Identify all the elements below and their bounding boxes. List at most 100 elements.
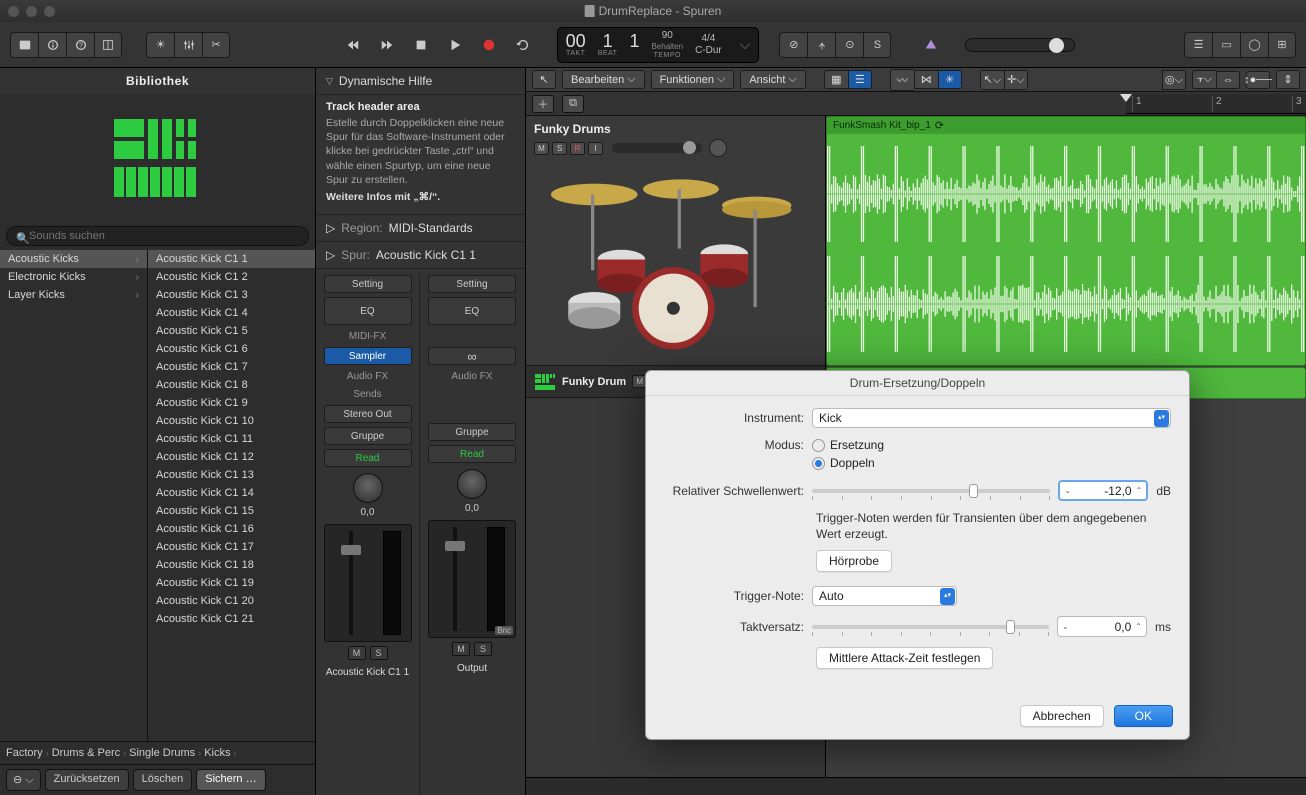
pan-knob[interactable] (353, 473, 383, 503)
audio-region-1[interactable]: FunkSmash Kit_bip_1⟳ (826, 116, 1306, 366)
group-slot[interactable]: Gruppe (428, 423, 516, 441)
library-category-list[interactable]: Acoustic Kicks›Electronic Kicks›Layer Ki… (0, 250, 148, 741)
drag-mode[interactable]: ⫟⌵ (1192, 70, 1216, 89)
library-settings-button[interactable]: ⊖ ⌵ (6, 769, 41, 791)
library-item[interactable]: Acoustic Kick C1 18 (148, 556, 315, 574)
eq-slot[interactable]: EQ (428, 297, 516, 325)
master-volume-slider[interactable] (965, 38, 1075, 52)
countin-button[interactable]: ⊙ (835, 32, 863, 58)
lcd-division[interactable]: 1 (629, 32, 639, 50)
dynamic-help-header[interactable]: ▽Dynamische Hilfe (326, 74, 515, 88)
cancel-button[interactable]: Abbrechen (1020, 705, 1104, 727)
add-track-button[interactable]: ＋ (532, 95, 554, 113)
lcd-beat[interactable]: 1 (603, 32, 613, 50)
library-item[interactable]: Acoustic Kick C1 21 (148, 610, 315, 628)
fader[interactable]: Bnc (428, 520, 516, 638)
library-item[interactable]: Acoustic Kick C1 6 (148, 340, 315, 358)
breadcrumb-item[interactable]: Factory (6, 747, 43, 759)
library-item[interactable]: Acoustic Kick C1 10 (148, 412, 315, 430)
eq-slot[interactable]: EQ (324, 297, 412, 325)
stop-button[interactable] (407, 32, 435, 58)
library-reset-button[interactable]: Zurücksetzen (45, 769, 129, 791)
mode-replace-radio[interactable]: Ersetzung (812, 438, 884, 452)
library-item[interactable]: Acoustic Kick C1 8 (148, 376, 315, 394)
zoom-window-button[interactable] (44, 6, 55, 17)
pan-knob[interactable] (457, 469, 487, 499)
library-toggle-button[interactable] (10, 32, 38, 58)
edit-menu[interactable]: Bearbeiten ⌵ (562, 70, 645, 89)
set-attack-button[interactable]: Mittlere Attack-Zeit festlegen (816, 647, 993, 669)
input-monitor-button[interactable]: I (588, 142, 603, 155)
offset-slider[interactable] (812, 625, 1049, 629)
loops-button[interactable]: ◯ (1240, 32, 1268, 58)
track-pan-knob[interactable] (709, 139, 727, 157)
solo-button[interactable]: S (474, 642, 492, 656)
forward-button[interactable] (373, 32, 401, 58)
play-button[interactable] (441, 32, 469, 58)
library-item[interactable]: Acoustic Kick C1 4 (148, 304, 315, 322)
setting-slot[interactable]: Setting (428, 275, 516, 293)
automation-mode[interactable]: Read (324, 449, 412, 467)
library-item[interactable]: Acoustic Kick C1 12 (148, 448, 315, 466)
threshold-slider[interactable] (812, 489, 1050, 493)
mute-button[interactable]: M (534, 142, 549, 155)
lcd-bars[interactable]: 00 (566, 32, 586, 50)
timeline-ruler[interactable]: 123456 (1126, 94, 1306, 114)
library-delete-button[interactable]: Löschen (133, 769, 193, 791)
mute-button[interactable]: M (348, 646, 366, 660)
mute-button[interactable]: M (452, 642, 470, 656)
list-view-button[interactable]: ☰ (848, 70, 872, 89)
duplicate-track-button[interactable]: ⧉ (562, 95, 584, 113)
solo-button[interactable]: S (552, 142, 567, 155)
display-mode-button[interactable]: ☀ (146, 32, 174, 58)
close-window-button[interactable] (8, 6, 19, 17)
ok-button[interactable]: OK (1114, 705, 1173, 727)
library-item[interactable]: Acoustic Kick C1 20 (148, 592, 315, 610)
trigger-note-select[interactable]: Auto▴▾ (812, 586, 957, 606)
breadcrumb-item[interactable]: Kicks (204, 747, 230, 759)
stereo-link-slot[interactable] (428, 347, 516, 365)
mode-double-radio[interactable]: Doppeln (812, 456, 884, 470)
notes-button[interactable]: ▭ (1212, 32, 1240, 58)
vzoom-slider[interactable]: ↕●── (1246, 71, 1270, 89)
hierarchy-button[interactable]: ↖ (532, 70, 556, 89)
track-disclosure[interactable]: ▷Spur:Acoustic Kick C1 1 (316, 242, 525, 269)
list-editors-button[interactable]: ☰ (1184, 32, 1212, 58)
library-item[interactable]: Acoustic Kick C1 7 (148, 358, 315, 376)
library-search-input[interactable] (6, 226, 309, 246)
library-save-button[interactable]: Sichern … (196, 769, 265, 791)
library-item[interactable]: Acoustic Kick C1 13 (148, 466, 315, 484)
scissors-tool-button[interactable]: ✂ (202, 32, 230, 58)
mixer-toggle-button[interactable] (174, 32, 202, 58)
library-item[interactable]: Acoustic Kick C1 9 (148, 394, 315, 412)
library-item[interactable]: Acoustic Kick C1 17 (148, 538, 315, 556)
library-item[interactable]: Acoustic Kick C1 11 (148, 430, 315, 448)
lcd-display[interactable]: 00Takt 1Beat 1 90BehaltenTempo 4/4C-Dur … (557, 27, 760, 63)
grid-view-button[interactable]: ▦ (824, 70, 848, 89)
playhead-icon[interactable] (1120, 94, 1132, 102)
track-volume-slider[interactable] (612, 143, 702, 153)
zoom-bar[interactable] (526, 777, 1306, 795)
lcd-key[interactable]: C-Dur (695, 45, 722, 56)
output-slot[interactable]: Stereo Out (324, 405, 412, 423)
library-item[interactable]: Acoustic Kick C1 2 (148, 268, 315, 286)
region-disclosure[interactable]: ▷Region:MIDI-Standards (316, 215, 525, 242)
solo-button[interactable]: S (370, 646, 388, 660)
track-name[interactable]: Funky Drums (534, 122, 817, 136)
library-item-list[interactable]: Acoustic Kick C1 1Acoustic Kick C1 2 Acou… (148, 250, 315, 741)
library-item[interactable]: Acoustic Kick C1 14 (148, 484, 315, 502)
toolbar-toggle-button[interactable] (94, 32, 122, 58)
library-category-item[interactable]: Layer Kicks› (0, 286, 147, 304)
library-item[interactable]: Acoustic Kick C1 1 (148, 250, 315, 268)
replace-button[interactable]: ⊘ (779, 32, 807, 58)
library-category-item[interactable]: Acoustic Kicks› (0, 250, 147, 268)
automation-mode[interactable]: Read (428, 445, 516, 463)
automation-button[interactable]: 〰 (890, 69, 914, 91)
group-slot[interactable]: Gruppe (324, 427, 412, 445)
pan-value[interactable]: 0,0 (361, 507, 375, 518)
bounce-button[interactable]: Bnc (495, 626, 513, 635)
functions-menu[interactable]: Funktionen ⌵ (651, 70, 735, 89)
master-fx-button[interactable] (917, 32, 945, 58)
library-item[interactable]: Acoustic Kick C1 15 (148, 502, 315, 520)
record-enable-button[interactable]: R (570, 142, 585, 155)
